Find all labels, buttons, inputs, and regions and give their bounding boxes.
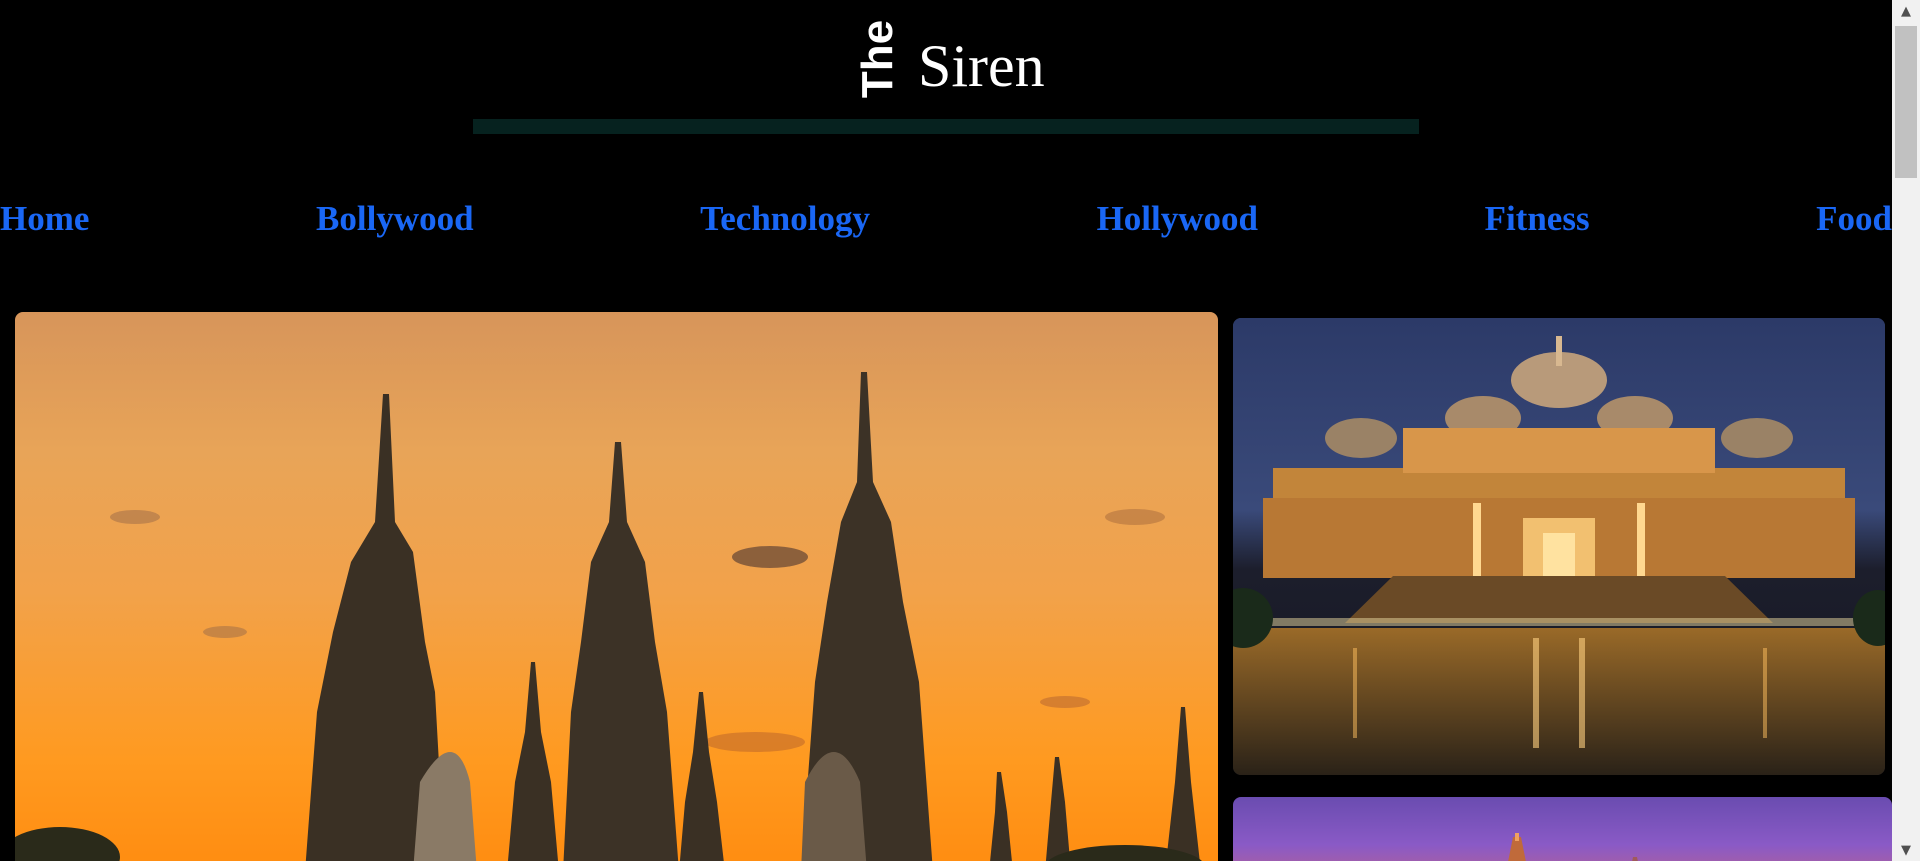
side-featured-image-2[interactable] [1233,797,1892,861]
nav-link-home[interactable]: Home [0,201,89,236]
nav-link-technology[interactable]: Technology [700,201,870,236]
illuminated-temple-illustration [1233,318,1885,775]
triangle-down-icon[interactable]: ▼ [1892,839,1920,861]
vertical-scrollbar[interactable]: ▲ ▼ [1892,0,1920,861]
triangle-up-icon[interactable]: ▲ [1892,0,1920,22]
scrollbar-thumb[interactable] [1895,26,1917,178]
nav-link-bollywood[interactable]: Bollywood [316,201,474,236]
purple-sky-temple-illustration [1508,833,1638,861]
nav-link-food[interactable]: Food [1816,201,1892,236]
page: The Siren Home Bollywood Technology Holl… [0,0,1920,861]
header-divider [473,119,1419,134]
nav-link-fitness[interactable]: Fitness [1485,201,1590,236]
temple-silhouette-illustration [15,372,1202,861]
side-featured-image-1[interactable] [1233,318,1885,775]
site-header: The Siren [0,0,1892,110]
nav-link-hollywood[interactable]: Hollywood [1097,201,1258,236]
logo-siren-text[interactable]: Siren [918,36,1045,96]
main-featured-image[interactable] [15,312,1218,861]
main-nav: Home Bollywood Technology Hollywood Fitn… [0,195,1892,241]
logo-the-vertical: The [853,19,903,99]
logo-the-text: The [853,19,903,99]
